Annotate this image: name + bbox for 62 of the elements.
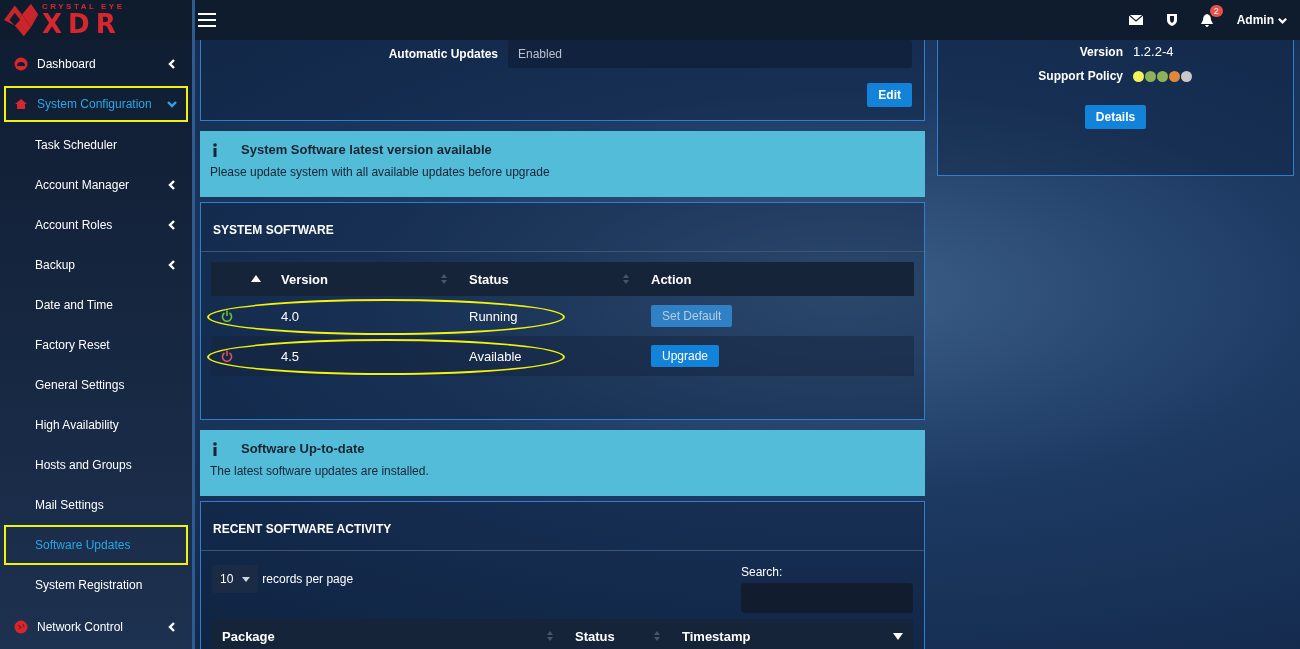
gauge-icon <box>14 57 28 71</box>
table-cell: Available <box>469 348 522 364</box>
table-cell: Running <box>469 308 518 324</box>
alert-title: System Software latest version available <box>241 142 492 157</box>
brand-name: XDR <box>42 11 123 37</box>
chevron-down-icon <box>166 98 178 110</box>
table-cell: 4.5 <box>281 348 300 364</box>
panel-title: SYSTEM SOFTWARE <box>201 203 924 252</box>
page-size-select[interactable]: 10 <box>212 565 259 593</box>
column-header[interactable]: Version <box>271 271 459 287</box>
field-value: Enabled <box>508 40 912 68</box>
sidebar-item[interactable]: Dashboard <box>4 46 188 82</box>
sidebar-subitem[interactable]: Date and Time <box>4 285 188 325</box>
column-header[interactable]: Timestamp <box>672 628 913 644</box>
shield-icon[interactable] <box>1166 14 1177 26</box>
alert-message: Please update system with all available updates before upgrade <box>210 165 551 179</box>
chevron-left-icon <box>166 621 178 633</box>
column-header[interactable]: Action <box>641 271 914 287</box>
mail-icon[interactable] <box>1128 15 1143 25</box>
info-label: Version <box>1078 44 1123 59</box>
search-label: Search: <box>741 565 784 579</box>
sidebar-subitem[interactable]: Backup <box>4 245 188 285</box>
table-cell: 4.0 <box>281 308 300 324</box>
sidebar-subitem[interactable]: General Settings <box>4 365 188 405</box>
info-value: 1.2.2-4 <box>1133 44 1175 59</box>
sidebar-subitem[interactable]: Mail Settings <box>4 485 188 525</box>
sidebar-subitem[interactable]: Hosts and Groups <box>4 445 188 485</box>
page-size-label: records per page <box>262 571 354 586</box>
sort-ascending-icon[interactable] <box>251 273 261 285</box>
sidebar-subitem[interactable]: Software Updates <box>4 525 188 565</box>
sidebar-subitem[interactable]: High Availability <box>4 405 188 445</box>
brand-tagline: CRYSTAL EYE <box>42 3 125 11</box>
sort-descending-icon[interactable] <box>893 630 903 642</box>
sidebar-item[interactable]: System Configuration <box>4 86 188 122</box>
caret-icon <box>242 576 251 582</box>
action-button[interactable]: Upgrade <box>651 345 720 367</box>
house-icon <box>14 97 28 111</box>
sidebar-subitem[interactable]: Account Roles <box>4 205 188 245</box>
sidebar-item[interactable]: Network Control <box>4 609 188 645</box>
field-label: Automatic Updates <box>387 47 498 61</box>
notification-badge: 2 <box>1209 4 1223 17</box>
column-header[interactable]: Status <box>565 628 672 644</box>
info-icon <box>212 142 218 157</box>
globe-icon <box>14 620 28 634</box>
info-label: Support Policy <box>1037 69 1123 83</box>
panel-title: RECENT SOFTWARE ACTIVITY <box>201 502 924 551</box>
sidebar-subitem[interactable]: Task Scheduler <box>4 125 188 165</box>
column-header[interactable]: Package <box>212 628 565 644</box>
alert-message: The latest software updates are installed. <box>210 464 430 478</box>
edit-button[interactable]: Edit <box>867 83 912 107</box>
alert-title: Software Up-to-date <box>241 441 365 456</box>
menu-icon[interactable] <box>198 13 216 27</box>
bell-icon[interactable] <box>1200 13 1213 27</box>
info-icon <box>212 441 218 456</box>
sidebar-subitem[interactable]: System Registration <box>4 565 188 605</box>
search-field[interactable] <box>741 583 913 613</box>
sidebar-subitem[interactable]: Factory Reset <box>4 325 188 365</box>
details-button[interactable]: Details <box>1084 105 1147 129</box>
sidebar-subitem[interactable]: Account Manager <box>4 165 188 205</box>
user-menu[interactable]: Admin <box>1236 13 1288 27</box>
column-header[interactable]: Status <box>459 271 641 287</box>
chevron-left-icon <box>166 58 178 70</box>
